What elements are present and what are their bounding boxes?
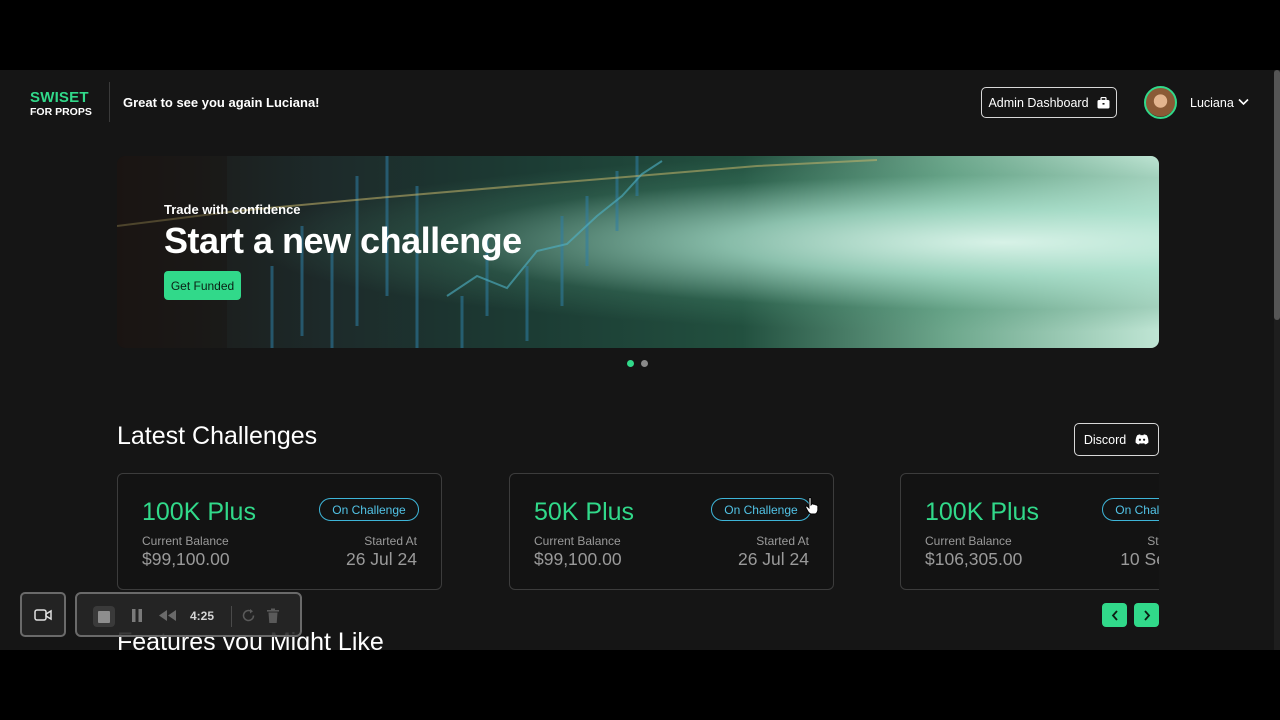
balance-label: Current Balance	[925, 534, 1012, 548]
app-viewport: SWISET FOR PROPS Great to see you again …	[0, 70, 1280, 650]
challenge-carousel: 100K Plus On Challenge Current Balance $…	[117, 473, 1159, 591]
section-title-latest-challenges: Latest Challenges	[117, 422, 318, 450]
admin-dashboard-button[interactable]: Admin Dashboard	[981, 87, 1117, 118]
user-name[interactable]: Luciana	[1190, 96, 1234, 110]
banner-subtitle: Trade with confidence	[164, 202, 301, 217]
discord-icon	[1135, 434, 1149, 445]
balance-label: Current Balance	[142, 534, 229, 548]
header-divider	[109, 82, 110, 122]
started-label: Started At	[1147, 534, 1159, 548]
get-funded-button[interactable]: Get Funded	[164, 271, 241, 300]
challenge-card[interactable]: 50K Plus On Challenge Current Balance $9…	[509, 473, 834, 590]
status-badge: On Challenge	[319, 498, 419, 521]
challenge-name: 50K Plus	[534, 498, 635, 526]
user-avatar[interactable]	[1144, 86, 1177, 119]
started-label: Started At	[756, 534, 809, 548]
started-value: 10 Sep 24	[1120, 549, 1159, 569]
scrollbar-thumb[interactable]	[1274, 70, 1280, 320]
carousel-dot-active[interactable]	[627, 360, 634, 367]
chevron-down-icon[interactable]	[1238, 98, 1249, 106]
discord-label: Discord	[1083, 432, 1127, 447]
hand-cursor-icon	[805, 497, 819, 515]
carousel-next-button[interactable]	[1134, 603, 1159, 627]
challenge-card[interactable]: 100K Plus On Challenge Current Balance $…	[900, 473, 1159, 590]
challenge-name: 100K Plus	[142, 498, 256, 526]
stop-icon	[98, 610, 110, 623]
recording-timer: 4:25	[190, 609, 215, 623]
balance-value: $106,305.00	[925, 549, 1023, 569]
banner-title: Start a new challenge	[164, 220, 522, 261]
camera-toggle-button[interactable]	[20, 592, 66, 637]
status-badge: On Challenge	[711, 498, 811, 521]
balance-value: $99,100.00	[142, 549, 230, 569]
video-camera-icon	[34, 608, 52, 621]
chevron-left-icon	[1111, 609, 1118, 621]
hero-banner: Trade with confidence Start a new challe…	[117, 156, 1159, 348]
logo-wordmark: SWISET	[30, 89, 89, 106]
logo-tagline: FOR PROPS	[30, 106, 92, 118]
admin-dashboard-label: Admin Dashboard	[988, 95, 1089, 110]
carousel-dot[interactable]	[641, 360, 648, 367]
challenge-card[interactable]: 100K Plus On Challenge Current Balance $…	[117, 473, 442, 590]
restart-icon[interactable]	[241, 608, 256, 623]
started-label: Started At	[364, 534, 417, 548]
stop-recording-button[interactable]	[93, 606, 115, 627]
balance-value: $99,100.00	[534, 549, 622, 569]
briefcase-icon	[1097, 96, 1110, 108]
discord-button[interactable]: Discord	[1074, 423, 1159, 456]
status-badge: On Challenge	[1102, 498, 1159, 521]
carousel-prev-button[interactable]	[1102, 603, 1127, 627]
recording-toolbar: 4:25	[75, 592, 302, 637]
rewind-icon[interactable]	[158, 608, 177, 623]
greeting-text: Great to see you again Luciana!	[123, 95, 320, 110]
trash-icon[interactable]	[266, 608, 280, 624]
balance-label: Current Balance	[534, 534, 621, 548]
page-scrollbar[interactable]	[1274, 70, 1280, 650]
toolbar-divider	[231, 606, 232, 627]
logo[interactable]: SWISET FOR PROPS	[30, 90, 94, 118]
started-value: 26 Jul 24	[345, 549, 417, 569]
started-value: 26 Jul 24	[737, 549, 809, 569]
challenge-name: 100K Plus	[925, 498, 1039, 526]
chevron-right-icon	[1143, 609, 1150, 621]
pause-icon[interactable]	[131, 608, 143, 623]
